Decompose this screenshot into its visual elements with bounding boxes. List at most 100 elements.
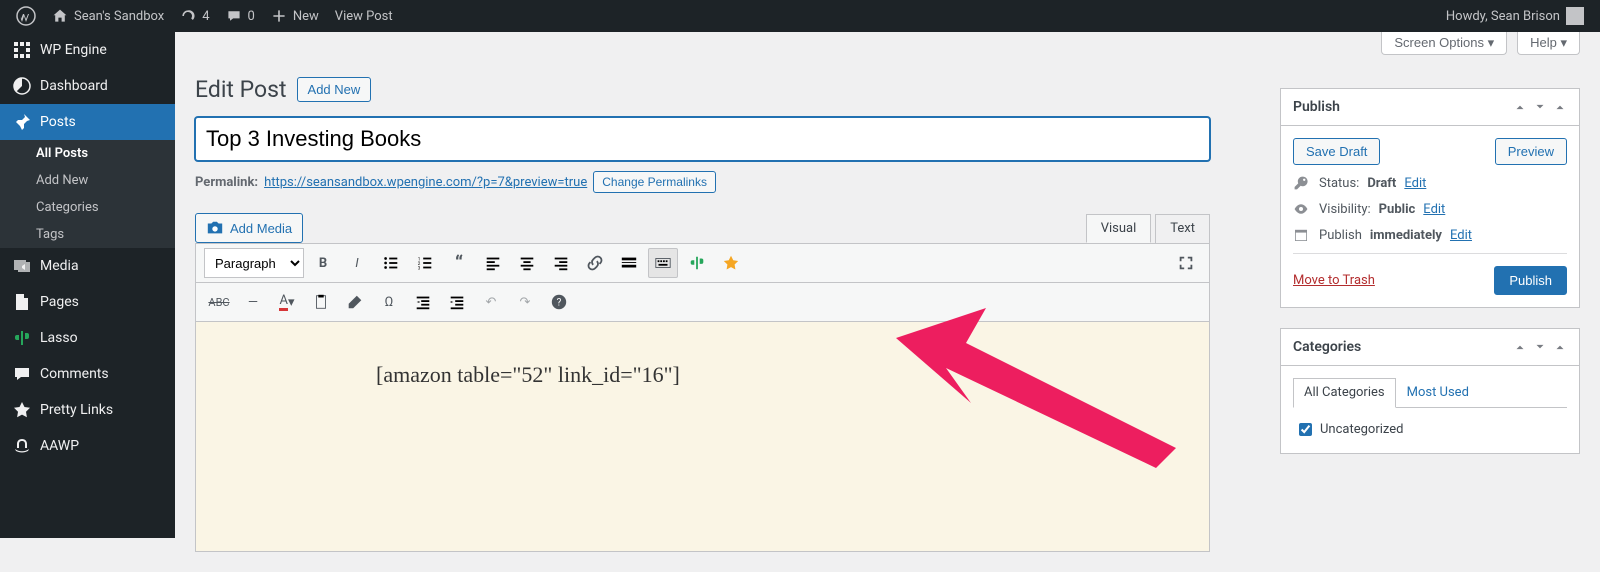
menu-comments[interactable]: Comments	[0, 356, 175, 392]
star-button[interactable]	[716, 248, 746, 278]
publish-metabox-header[interactable]: Publish	[1281, 89, 1579, 126]
fullscreen-button[interactable]	[1171, 248, 1201, 278]
align-center-button[interactable]	[512, 248, 542, 278]
insert-link-button[interactable]	[580, 248, 610, 278]
tab-text[interactable]: Text	[1155, 214, 1210, 243]
clipboard-icon	[312, 293, 330, 311]
submenu-tags[interactable]: Tags	[0, 221, 175, 248]
menu-lasso[interactable]: Lasso	[0, 320, 175, 356]
publish-time-value: immediately	[1370, 228, 1442, 243]
move-to-trash-link[interactable]: Move to Trash	[1293, 273, 1375, 288]
submenu-categories[interactable]: Categories	[0, 194, 175, 221]
post-title-input[interactable]	[195, 117, 1210, 161]
bullet-list-button[interactable]	[376, 248, 406, 278]
tab-visual[interactable]: Visual	[1086, 214, 1152, 243]
menu-wpengine[interactable]: WP Engine	[0, 32, 175, 68]
help-button[interactable]: Help ▾	[1517, 32, 1580, 55]
greeting-label: Howdy, Sean Brison	[1446, 9, 1560, 24]
editor-content-area[interactable]: [amazon table="52" link_id="16"]	[195, 322, 1210, 552]
eraser-icon	[346, 293, 364, 311]
amazon-icon	[12, 436, 32, 456]
blockquote-button[interactable]: “	[444, 248, 474, 278]
edit-visibility-link[interactable]: Edit	[1423, 202, 1445, 217]
cactus-icon	[12, 328, 32, 348]
metabox-handles[interactable]	[1513, 100, 1567, 114]
toolbar-toggle-button[interactable]	[648, 248, 678, 278]
help-circle-icon: ?	[550, 293, 568, 311]
indent-button[interactable]	[442, 287, 472, 317]
tab-most-used[interactable]: Most Used	[1396, 378, 1480, 407]
publish-time-label: Publish	[1319, 228, 1362, 243]
editor-top-row: Add Media Visual Text	[195, 213, 1210, 243]
wp-logo[interactable]	[8, 0, 44, 32]
categories-metabox-header[interactable]: Categories	[1281, 329, 1579, 366]
editor-wrapper: Add Media Visual Text Paragraph B I 123 …	[195, 213, 1210, 552]
menu-posts[interactable]: Posts	[0, 104, 175, 140]
chevron-up-icon	[1513, 100, 1527, 114]
topbar-right: Howdy, Sean Brison	[1438, 7, 1592, 25]
italic-button[interactable]: I	[342, 248, 372, 278]
menu-pretty-links[interactable]: Pretty Links	[0, 392, 175, 428]
number-list-button[interactable]: 123	[410, 248, 440, 278]
right-column: Publish Save Draft Preview Status: Draft…	[1280, 88, 1580, 454]
change-permalinks-button[interactable]: Change Permalinks	[593, 171, 716, 193]
horizontal-rule-button[interactable]: —	[238, 287, 268, 317]
align-left-button[interactable]	[478, 248, 508, 278]
clear-formatting-button[interactable]	[340, 287, 370, 317]
save-draft-button[interactable]: Save Draft	[1293, 138, 1380, 165]
new-content-menu[interactable]: New	[263, 0, 327, 32]
site-name-menu[interactable]: Sean's Sandbox	[44, 0, 172, 32]
paste-text-button[interactable]	[306, 287, 336, 317]
insert-more-button[interactable]	[614, 248, 644, 278]
category-checkbox[interactable]	[1299, 423, 1312, 436]
metabox-handles[interactable]	[1513, 340, 1567, 354]
editor-content-text: [amazon table="52" link_id="16"]	[376, 362, 680, 387]
redo-button[interactable]: ↷	[510, 287, 540, 317]
pages-icon	[12, 292, 32, 312]
submenu-all-posts[interactable]: All Posts	[0, 140, 175, 167]
add-media-button[interactable]: Add Media	[195, 213, 303, 243]
updates-menu[interactable]: 4	[172, 0, 217, 32]
screen-options-button[interactable]: Screen Options ▾	[1381, 32, 1507, 55]
preview-button[interactable]: Preview	[1495, 138, 1567, 165]
undo-button[interactable]: ↶	[476, 287, 506, 317]
link-icon	[586, 254, 604, 272]
visibility-label: Visibility:	[1319, 202, 1371, 217]
updates-count: 4	[202, 9, 209, 24]
menu-pages[interactable]: Pages	[0, 284, 175, 320]
lasso-button[interactable]	[682, 248, 712, 278]
view-post-link[interactable]: View Post	[327, 0, 401, 32]
comments-menu[interactable]: 0	[218, 0, 263, 32]
bold-button[interactable]: B	[308, 248, 338, 278]
publish-title: Publish	[1293, 99, 1340, 115]
status-row: Status: Draft Edit	[1293, 175, 1567, 191]
account-menu[interactable]: Howdy, Sean Brison	[1438, 7, 1592, 25]
category-item[interactable]: Uncategorized	[1293, 418, 1567, 441]
help-icon-button[interactable]: ?	[544, 287, 574, 317]
menu-label: Lasso	[40, 330, 78, 346]
editor-toolbar-row2: ABC — A ▾ Ω ↶ ↷ ?	[195, 283, 1210, 322]
more-tag-icon	[620, 254, 638, 272]
add-new-post-button[interactable]: Add New	[297, 77, 372, 102]
indent-icon	[448, 293, 466, 311]
tab-all-categories[interactable]: All Categories	[1293, 378, 1396, 408]
strikethrough-button[interactable]: ABC	[204, 287, 234, 317]
submenu-add-new[interactable]: Add New	[0, 167, 175, 194]
outdent-button[interactable]	[408, 287, 438, 317]
menu-dashboard[interactable]: Dashboard	[0, 68, 175, 104]
menu-aawp[interactable]: AAWP	[0, 428, 175, 464]
publish-button[interactable]: Publish	[1494, 266, 1567, 295]
publish-time-row: Publish immediately Edit	[1293, 227, 1567, 243]
special-char-button[interactable]: Ω	[374, 287, 404, 317]
format-select[interactable]: Paragraph	[204, 248, 304, 278]
permalink-url-link[interactable]: https://seansandbox.wpengine.com/?p=7&pr…	[264, 175, 587, 190]
menu-label: Pages	[40, 294, 79, 310]
edit-status-link[interactable]: Edit	[1404, 176, 1426, 191]
media-icon	[12, 256, 32, 276]
edit-publish-time-link[interactable]: Edit	[1450, 228, 1472, 243]
keyboard-icon	[654, 254, 672, 272]
publish-metabox: Publish Save Draft Preview Status: Draft…	[1280, 88, 1580, 308]
align-right-button[interactable]	[546, 248, 576, 278]
text-color-button[interactable]: A ▾	[272, 287, 302, 317]
menu-media[interactable]: Media	[0, 248, 175, 284]
